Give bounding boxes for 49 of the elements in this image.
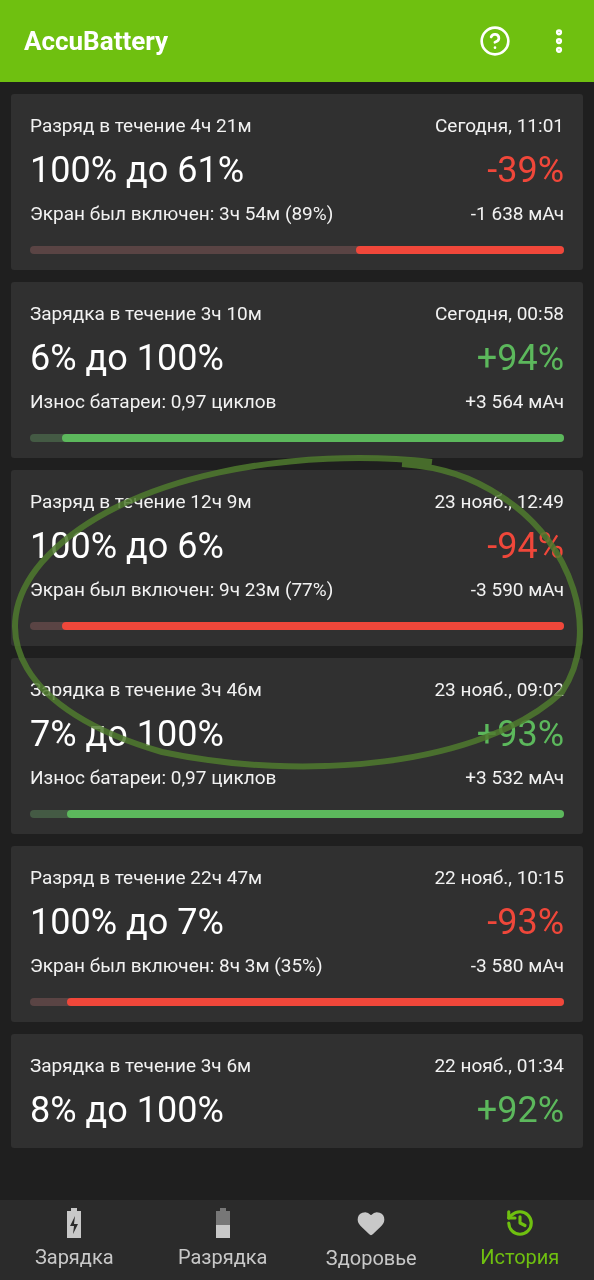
percent-change: -94% [487, 524, 564, 568]
capacity-change: -1 638 мАч [470, 202, 564, 226]
session-time: Сегодня, 00:58 [434, 302, 564, 326]
capacity-change: +3 532 мАч [465, 766, 564, 790]
session-title: Разряд в течение 22ч 47м [30, 866, 263, 890]
capacity-change: -3 580 мАч [470, 954, 564, 978]
help-icon[interactable] [479, 25, 511, 57]
capacity-change: -3 590 мАч [470, 578, 564, 602]
session-card[interactable]: Зарядка в течение 3ч 6м 22 нояб., 01:34 8% до 100% +92% [11, 1034, 583, 1148]
session-title: Разряд в течение 4ч 21м [30, 114, 252, 138]
session-card[interactable]: Зарядка в течение 3ч 46м 23 нояб., 09:02 7% до 100% +93% Износ батареи: 0,97 циклов +3 532 мАч [11, 658, 583, 834]
session-time: Сегодня, 11:01 [434, 114, 564, 138]
nav-tab[interactable]: История [445, 1200, 594, 1280]
percent-range: 8% до 100% [30, 1088, 224, 1132]
percent-change: +94% [476, 336, 564, 380]
session-detail: Износ батареи: 0,97 циклов [30, 390, 277, 414]
session-detail: Экран был включен: 9ч 23м (77%) [30, 578, 334, 602]
percent-range: 7% до 100% [30, 712, 224, 756]
nav-tab[interactable]: Здоровье [297, 1200, 446, 1280]
session-time: 22 нояб., 10:15 [434, 866, 564, 890]
capacity-change: +3 564 мАч [465, 390, 564, 414]
session-time: 22 нояб., 01:34 [434, 1054, 564, 1078]
charging-battery-icon [66, 1208, 83, 1238]
percent-change: +93% [476, 712, 564, 756]
session-detail: Экран был включен: 3ч 54м (89%) [30, 202, 334, 226]
app-title: AccuBattery [24, 24, 170, 58]
percent-range: 100% до 7% [30, 900, 224, 944]
session-detail: Износ батареи: 0,97 циклов [30, 766, 277, 790]
percent-change: -93% [487, 900, 564, 944]
percent-change: -39% [487, 148, 564, 192]
percent-range: 100% до 61% [30, 148, 244, 192]
percent-range: 6% до 100% [30, 336, 224, 380]
nav-tab[interactable]: Разрядка [148, 1200, 297, 1280]
session-time: 23 нояб., 09:02 [434, 678, 564, 702]
session-title: Зарядка в течение 3ч 6м [30, 1054, 252, 1078]
session-card[interactable]: Разряд в течение 12ч 9м 23 нояб., 12:49 100% до 6% -94% Экран был включен: 9ч 23м (77%) -3 590 мАч [11, 470, 583, 646]
percent-range: 100% до 6% [30, 524, 224, 568]
battery-icon [214, 1208, 231, 1238]
session-card[interactable]: Разряд в течение 4ч 21м Сегодня, 11:01 100% до 61% -39% Экран был включен: 3ч 54м (89%) -1 638 мАч [11, 94, 583, 270]
session-detail: Экран был включен: 8ч 3м (35%) [30, 954, 323, 978]
session-title: Разряд в течение 12ч 9м [30, 490, 252, 514]
session-title: Зарядка в течение 3ч 46м [30, 678, 262, 702]
history-icon [504, 1208, 535, 1238]
session-time: 23 нояб., 12:49 [434, 490, 564, 514]
session-title: Зарядка в течение 3ч 10м [30, 302, 262, 326]
session-card[interactable]: Зарядка в течение 3ч 10м Сегодня, 00:58 6% до 100% +94% Износ батареи: 0,97 циклов +3 564 мАч [11, 282, 583, 458]
nav-tab[interactable]: Зарядка [0, 1200, 149, 1280]
session-card[interactable]: Разряд в течение 22ч 47м 22 нояб., 10:15 100% до 7% -93% Экран был включен: 8ч 3м (35%) -3 580 мАч [11, 846, 583, 1022]
percent-change: +92% [476, 1088, 564, 1132]
